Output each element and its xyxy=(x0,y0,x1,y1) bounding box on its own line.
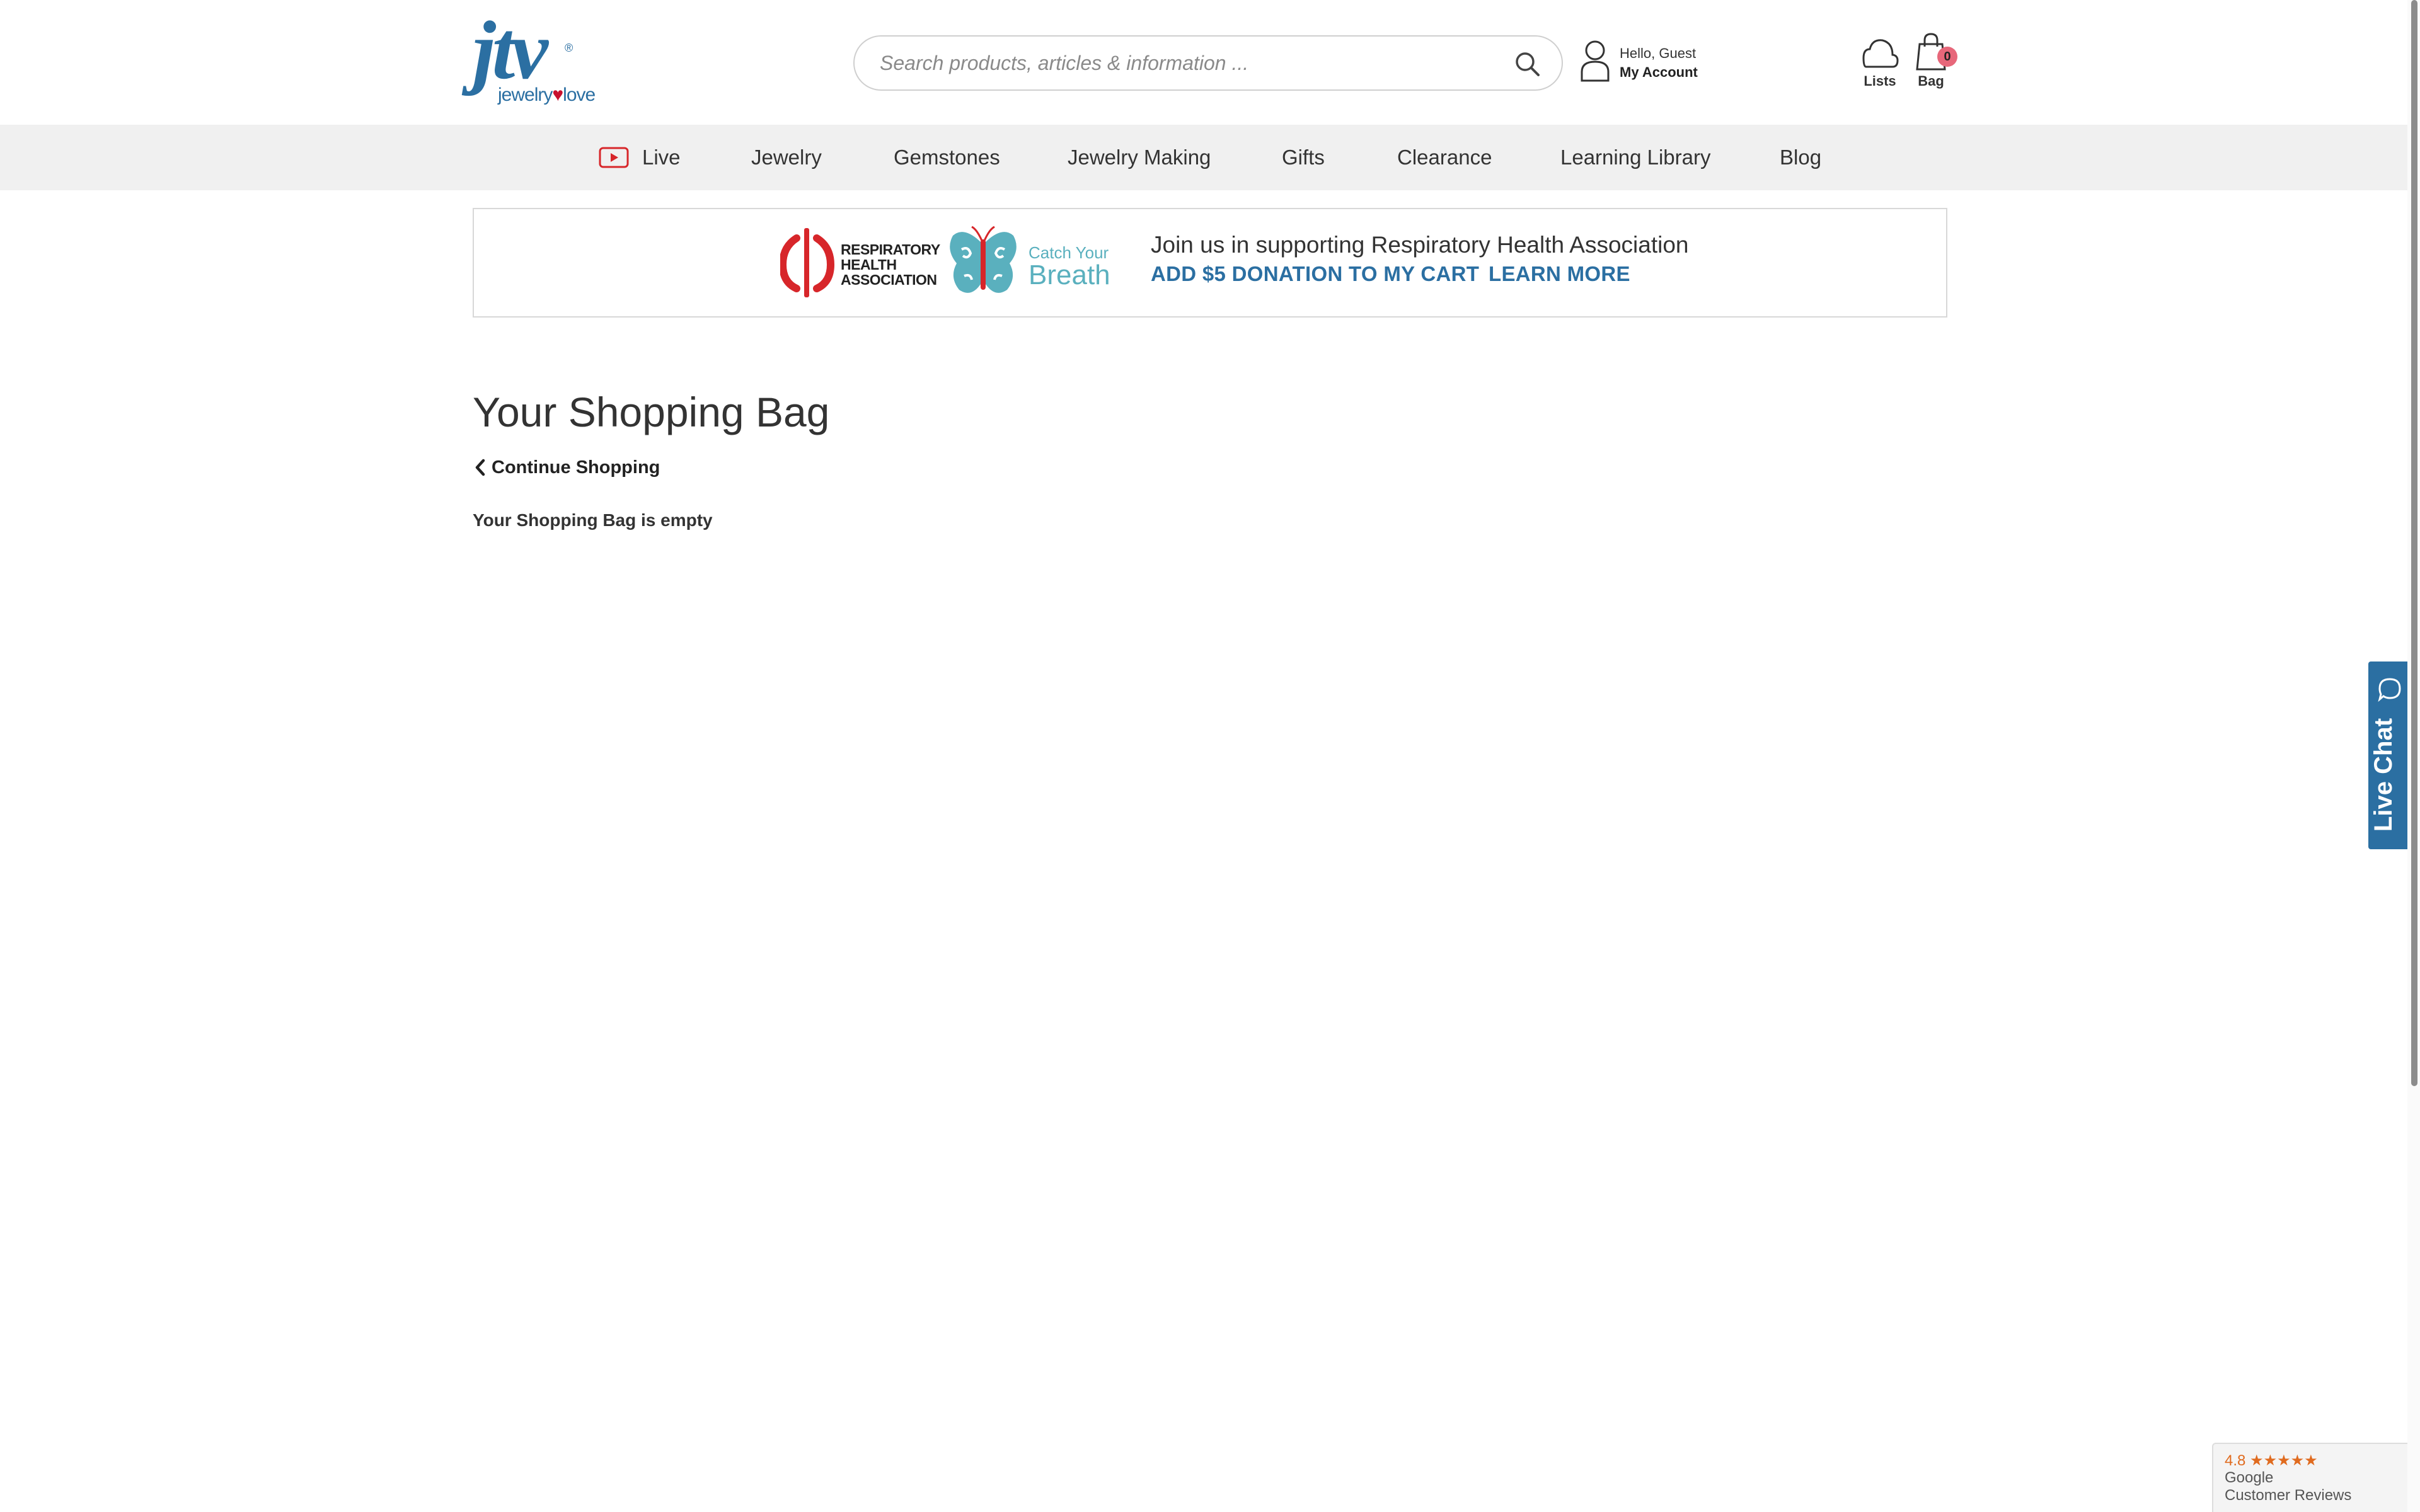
page-title: Your Shopping Bag xyxy=(473,389,830,435)
banner-headline: Join us in supporting Respiratory Health… xyxy=(1151,232,1689,258)
logo-wordmark: jtv xyxy=(473,4,548,96)
bag-label: Bag xyxy=(1918,73,1944,89)
donation-banner: RESPIRATORY HEALTH ASSOCIATION Catch You… xyxy=(473,208,1947,318)
butterfly-icon xyxy=(950,226,1017,293)
main-nav: Live Jewelry Gemstones Jewelry Making Gi… xyxy=(0,125,2407,190)
chat-bubble-icon xyxy=(2378,678,2401,702)
scrollbar-thumb[interactable] xyxy=(2411,0,2417,1086)
nav-item-live[interactable]: Live xyxy=(642,125,681,190)
bag-count-badge: 0 xyxy=(1937,47,1957,67)
account-greeting: Hello, Guest xyxy=(1620,45,1697,61)
continue-shopping-link[interactable]: Continue Shopping xyxy=(473,455,660,480)
add-donation-link[interactable]: ADD $5 DONATION TO MY CART xyxy=(1151,262,1479,286)
lungs-icon xyxy=(780,228,835,297)
nav-item-blog[interactable]: Blog xyxy=(1780,125,1821,190)
campaign-name-main: Breath xyxy=(1028,260,1110,290)
search-icon xyxy=(1516,52,1540,76)
search-input[interactable] xyxy=(880,45,1472,81)
cloud-icon xyxy=(1862,39,1899,68)
nav-item-jewelry[interactable]: Jewelry xyxy=(751,125,822,190)
rha-logo: RESPIRATORY HEALTH ASSOCIATION xyxy=(780,226,957,301)
learn-more-link[interactable]: LEARN MORE xyxy=(1489,262,1630,286)
lists-label: Lists xyxy=(1864,73,1896,89)
site-header: jtv ® jewelry♥love Hello, Guest My Accou… xyxy=(0,0,2407,125)
jtv-logo[interactable]: jtv ® jewelry♥love xyxy=(473,9,599,107)
nav-item-gifts[interactable]: Gifts xyxy=(1282,125,1325,190)
lists-button[interactable]: Lists xyxy=(1855,32,1905,94)
nav-item-jewelry-making[interactable]: Jewelry Making xyxy=(1068,125,1211,190)
continue-shopping-label: Continue Shopping xyxy=(492,457,660,478)
my-account-link[interactable]: My Account xyxy=(1620,64,1698,81)
account-menu[interactable]: Hello, Guest My Account xyxy=(1578,39,1717,86)
heart-icon: ♥ xyxy=(552,84,563,105)
nav-item-learning-library[interactable]: Learning Library xyxy=(1560,125,1710,190)
nav-item-clearance[interactable]: Clearance xyxy=(1397,125,1492,190)
live-chat-label: Live Chat xyxy=(2370,718,2397,832)
page-scrollbar[interactable] xyxy=(2407,0,2420,1512)
registered-mark: ® xyxy=(565,42,573,54)
chevron-left-icon xyxy=(475,459,485,476)
nav-item-gemstones[interactable]: Gemstones xyxy=(894,125,1000,190)
logo-tagline: jewelry♥love xyxy=(498,84,596,105)
user-icon xyxy=(1581,40,1610,82)
star-rating-icon: ★★★★★ xyxy=(2250,1452,2318,1469)
search-button[interactable] xyxy=(1509,45,1547,83)
customer-reviews-label: Customer Reviews xyxy=(2225,1487,2352,1504)
reviews-rating: 4.8 ★★★★★ xyxy=(2225,1452,2318,1469)
search-bar xyxy=(853,35,1563,91)
rha-name: RESPIRATORY HEALTH ASSOCIATION xyxy=(841,241,940,288)
live-chat-tab[interactable]: Live Chat xyxy=(2368,662,2407,849)
bag-button[interactable]: 0 Bag xyxy=(1906,32,1957,94)
play-video-icon xyxy=(599,147,629,168)
empty-bag-message: Your Shopping Bag is empty xyxy=(473,510,713,530)
google-brand: Google xyxy=(2225,1469,2274,1486)
google-reviews-badge[interactable]: 4.8 ★★★★★ Google Customer Reviews xyxy=(2212,1443,2407,1512)
